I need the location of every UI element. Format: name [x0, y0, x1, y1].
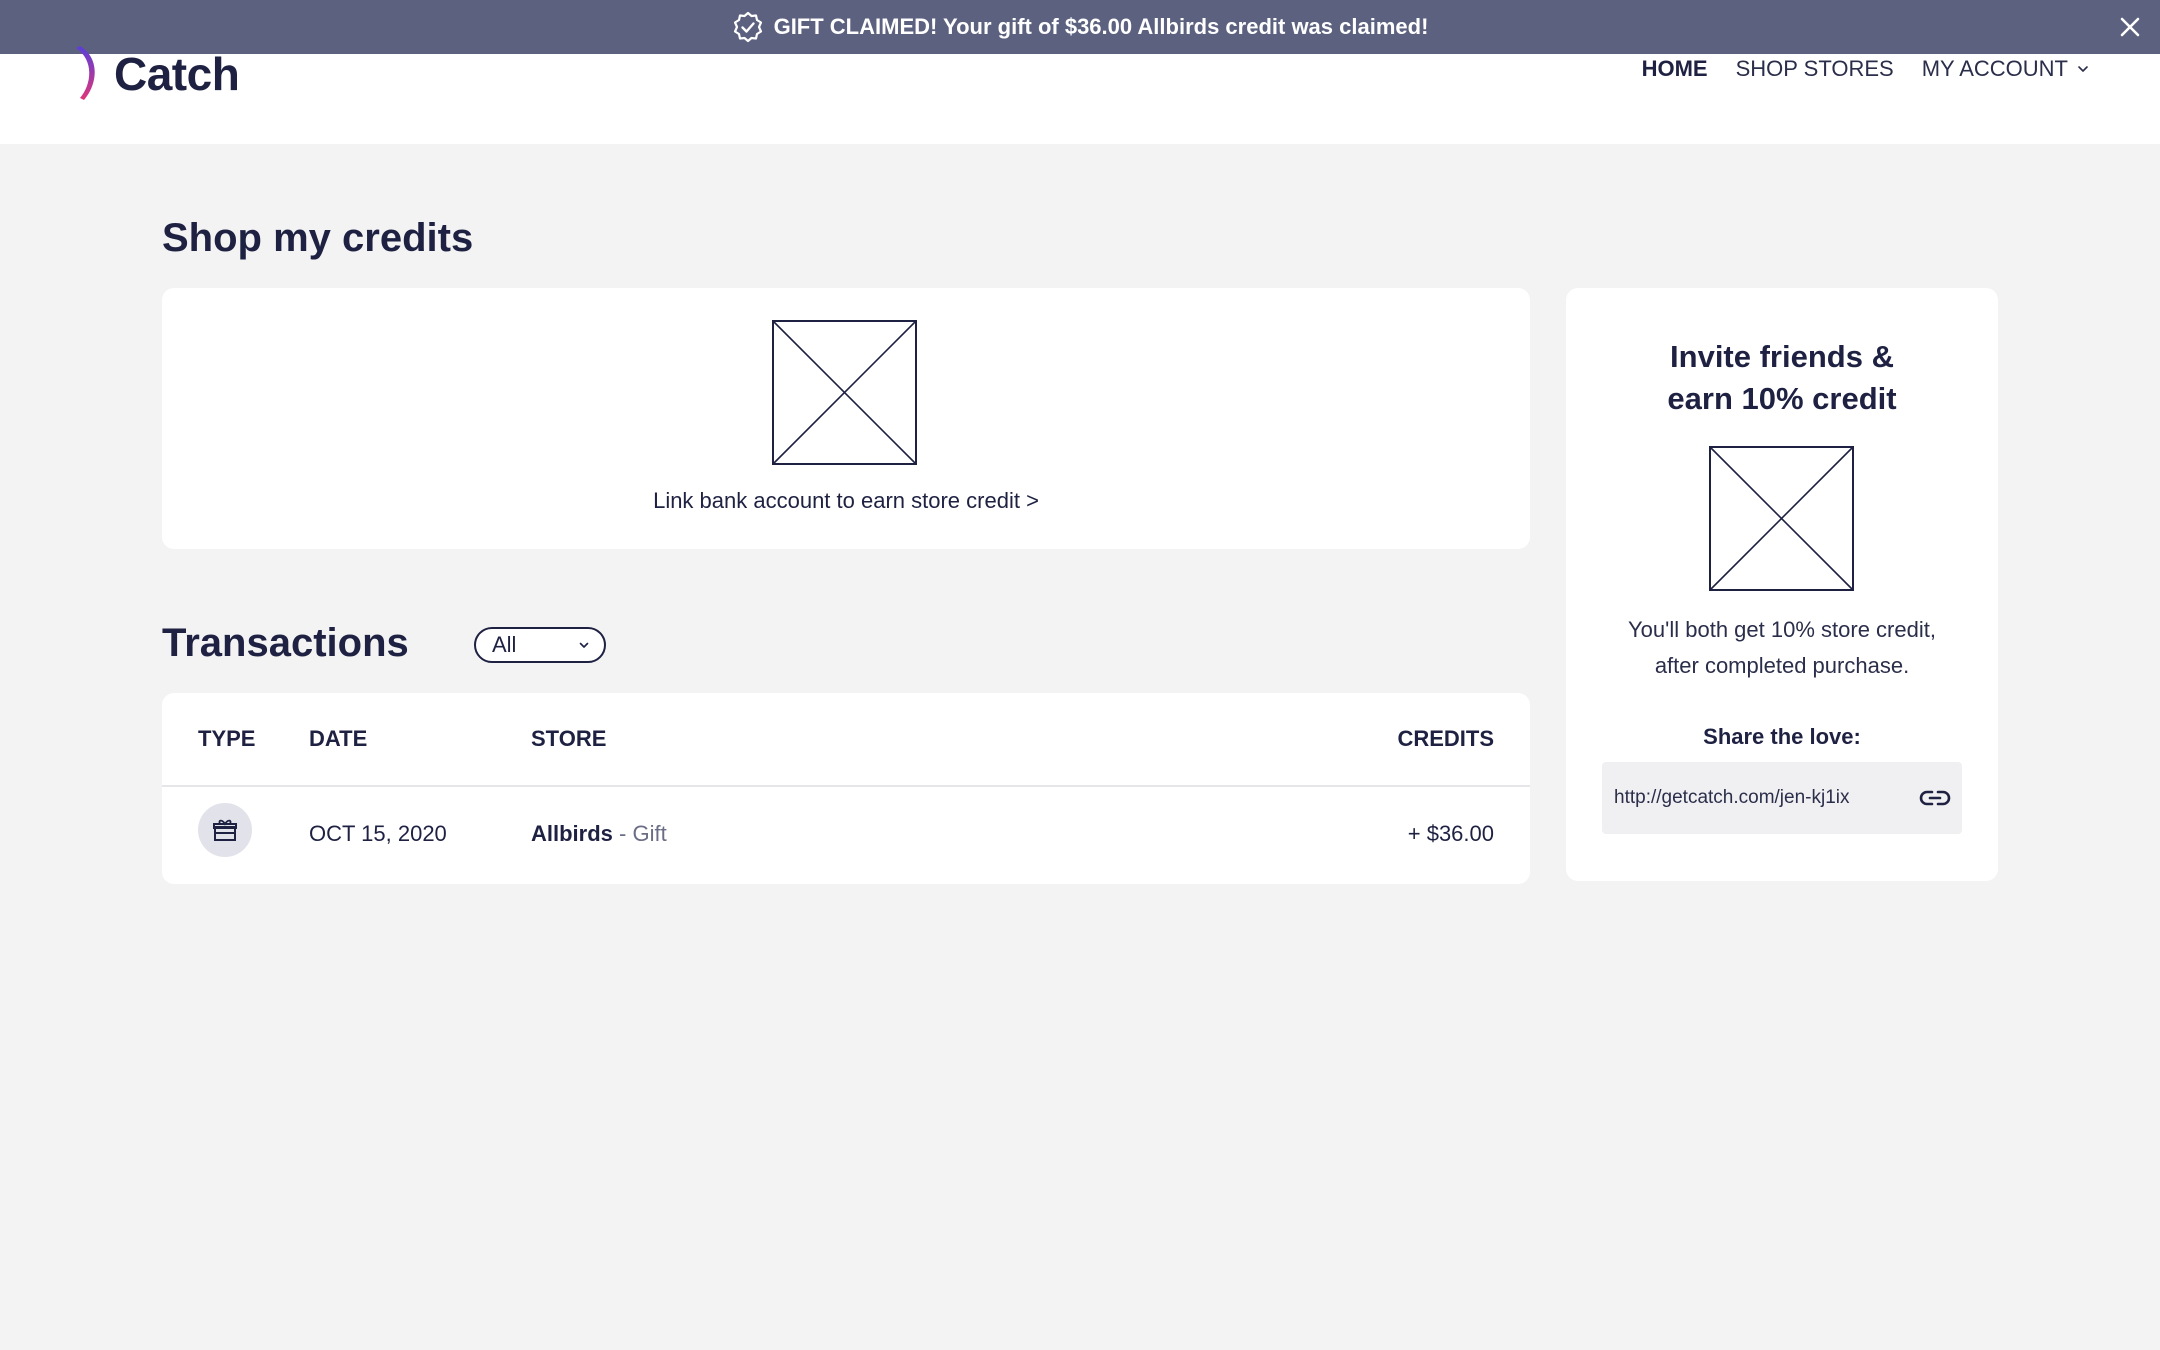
store-name: Allbirds	[531, 821, 613, 846]
page-title: Shop my credits	[162, 216, 474, 260]
table-row[interactable]: OCT 15, 2020 Allbirds - Gift + $36.00	[162, 789, 1530, 884]
filter-value: All	[492, 632, 517, 657]
column-header-date: DATE	[309, 726, 368, 751]
site-header: Catch HOME SHOP STORES MY ACCOUNT	[0, 46, 2160, 144]
nav-home[interactable]: HOME	[1642, 56, 1708, 82]
table-header: TYPE DATE STORE CREDITS	[162, 693, 1530, 787]
nav-my-account-label: MY ACCOUNT	[1921, 56, 2068, 81]
invite-friends-card: Invite friends & earn 10% credit You'll …	[1566, 288, 1998, 881]
share-label: Share the love:	[1703, 724, 1861, 749]
column-header-type: TYPE	[198, 726, 256, 751]
gift-claimed-banner: GIFT CLAIMED! Your gift of $36.00 Allbir…	[0, 0, 2160, 54]
nav-my-account[interactable]: MY ACCOUNT	[1922, 56, 2090, 82]
catch-logo-mark-icon	[76, 46, 95, 100]
invite-title: Invite friends & earn 10% credit	[1566, 336, 1998, 420]
badge-check-icon	[733, 11, 762, 43]
transaction-credits: + $36.00	[1407, 821, 1494, 846]
invite-title-line-2: earn 10% credit	[1667, 381, 1897, 416]
link-bank-card: Link bank account to earn store credit >	[162, 288, 1530, 549]
image-placeholder-icon	[772, 320, 917, 465]
column-header-credits: CREDITS	[1397, 726, 1494, 751]
invite-description-line-1: You'll both get 10% store credit,	[1628, 617, 1936, 642]
chevron-down-icon	[2078, 66, 2088, 72]
transactions-table: TYPE DATE STORE CREDITS OCT 15, 2020 All…	[162, 693, 1530, 884]
gift-icon	[198, 803, 252, 857]
invite-description: You'll both get 10% store credit, after …	[1566, 612, 1998, 684]
share-url[interactable]: http://getcatch.com/jen-kj1ix	[1614, 787, 1850, 809]
main-nav: HOME SHOP STORES MY ACCOUNT	[1614, 54, 2090, 84]
close-icon[interactable]	[2116, 13, 2144, 41]
column-header-store: STORE	[531, 726, 607, 751]
transaction-filter-select[interactable]: All	[474, 627, 606, 663]
link-icon[interactable]	[1918, 781, 1952, 815]
gift-icon-glyph	[213, 819, 237, 841]
logo-text: Catch	[114, 48, 240, 100]
image-placeholder-icon	[1709, 446, 1854, 591]
invite-description-line-2: after completed purchase.	[1654, 653, 1910, 678]
transactions-title: Transactions	[162, 621, 409, 665]
catch-logo[interactable]: Catch	[68, 46, 240, 102]
transaction-store: Allbirds - Gift	[531, 821, 667, 847]
invite-title-line-1: Invite friends &	[1670, 339, 1894, 374]
transaction-date: OCT 15, 2020	[309, 821, 447, 846]
chevron-down-icon	[579, 642, 589, 648]
store-type: - Gift	[612, 821, 667, 846]
banner-message: GIFT CLAIMED! Your gift of $36.00 Allbir…	[773, 14, 1429, 39]
link-bank-account-link[interactable]: Link bank account to earn store credit >	[162, 488, 1530, 514]
share-link-field[interactable]: http://getcatch.com/jen-kj1ix	[1602, 762, 1962, 834]
nav-shop-stores[interactable]: SHOP STORES	[1736, 56, 1894, 82]
